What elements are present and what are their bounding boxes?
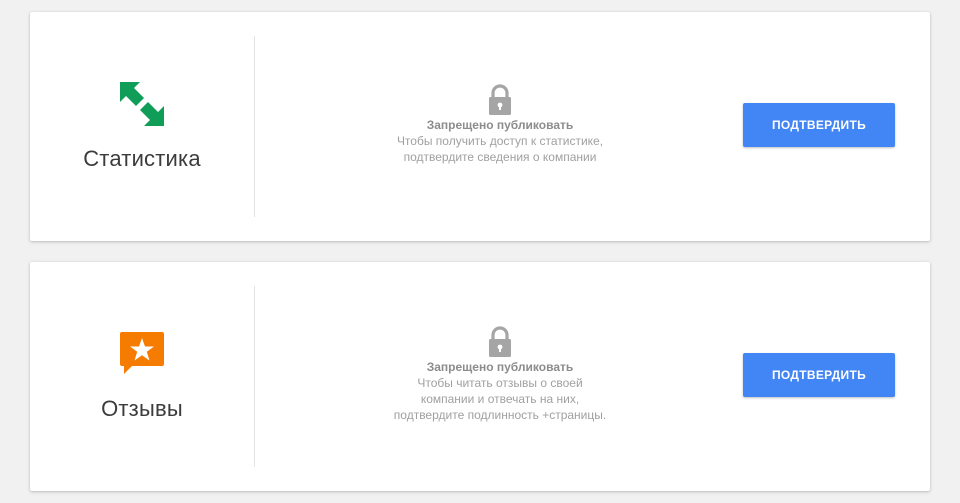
stats-feature-column: Статистика xyxy=(30,12,254,241)
stats-restriction-line: Чтобы получить доступ к статистике, xyxy=(396,134,604,148)
reviews-divider xyxy=(254,286,255,467)
reviews-restriction-notice: Запрещено публиковать Чтобы читать отзыв… xyxy=(290,326,710,423)
reviews-title: Отзывы xyxy=(101,396,183,421)
stats-restriction-title: Запрещено публиковать xyxy=(426,118,574,132)
review-star-icon xyxy=(120,332,164,374)
reviews-confirm-button[interactable]: ПОДТВЕРДИТЬ xyxy=(743,353,895,397)
stats-restriction-notice: Запрещено публиковать Чтобы получить дос… xyxy=(290,84,710,165)
stats-confirm-button[interactable]: ПОДТВЕРДИТЬ xyxy=(743,103,895,147)
reviews-restriction-line: компании и отвечать на них, xyxy=(420,392,580,406)
lock-icon xyxy=(489,326,511,357)
reviews-restriction-line: подтвердите подлинность +страницы. xyxy=(393,408,607,422)
reviews-card: Отзывы Запрещено публиковать Чтобы читат… xyxy=(30,262,930,491)
reviews-restriction-line: Чтобы читать отзывы о своей xyxy=(417,376,583,390)
swap-arrows-icon xyxy=(120,82,164,126)
stats-title: Статистика xyxy=(83,146,201,171)
reviews-feature-column: Отзывы xyxy=(30,262,254,491)
stats-card: Статистика Запрещено публиковать Чтобы п… xyxy=(30,12,930,241)
reviews-restriction-title: Запрещено публиковать xyxy=(426,360,574,374)
lock-icon xyxy=(489,84,511,115)
stats-restriction-line: подтвердите сведения о компании xyxy=(403,150,597,164)
stats-divider xyxy=(254,36,255,217)
